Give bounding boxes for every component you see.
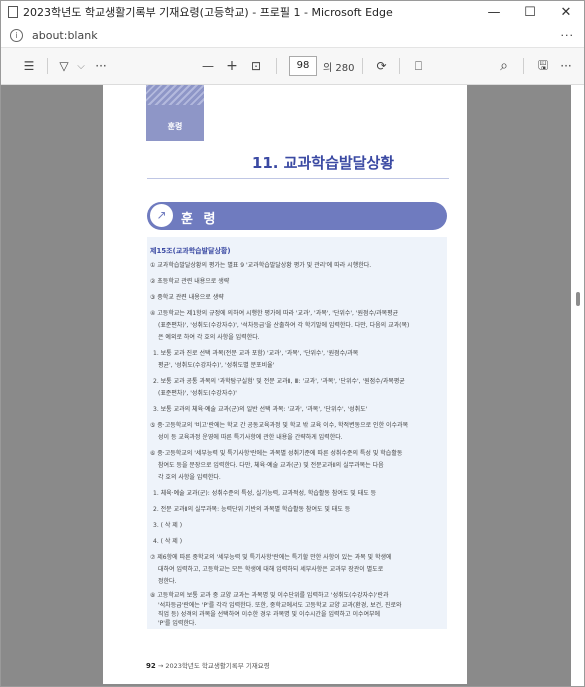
paragraph: 4. ( 삭 제 ): [153, 538, 183, 545]
paragraph: 1. 체육·예술 교과(군): 성취수준의 특성, 실기능력, 교과적성, 학습…: [153, 490, 377, 497]
paragraph: ⑤ 중·고등학교의 '비고'란에는 학교 간 공동교육과정 및 학교 밖 교육 …: [150, 422, 409, 429]
paragraph: 은 예외로 하여 각 호의 사항을 입력한다.: [158, 334, 260, 341]
paragraph: ⑥ 중·고등학교의 '세부능력 및 특기사항'란에는 과목별 성취기준에 따른 …: [150, 450, 403, 457]
page-number: 92: [146, 662, 156, 670]
paragraph: ④ 고등학교는 제1항의 규정에 의하여 시행한 평가에 따라 '교과', '과…: [150, 310, 399, 317]
paragraph: 3. 보통 교과의 체육·예술 교과(군)의 일반 선택 과목: '교과', '…: [153, 406, 368, 413]
footer-text: → 2023학년도 학교생활기록부 기재요령: [157, 662, 270, 670]
url-text[interactable]: about:blank: [32, 29, 98, 42]
zoom-in-button[interactable]: +: [220, 54, 244, 78]
browser-window: 2023학년도 학교생활기록부 기재요령(고등학교) - 프로필 1 - Mic…: [0, 0, 585, 687]
paragraph: 각 호의 사항을 입력한다.: [158, 474, 221, 481]
fit-page-icon[interactable]: ⊡: [244, 54, 268, 78]
toolbar-divider: [276, 58, 277, 74]
paragraph: 성이 등 교육과정 운영에 따른 특기사항에 관한 내용을 간략하게 입력한다.: [158, 434, 343, 441]
pdf-toolbar: ☰ ▽ ⌵ ··· — + ⊡ 98 의 280 ⟳ ⎕ ⌕ 🖫 ···: [1, 48, 584, 85]
toolbar-divider: [47, 58, 48, 74]
toolbar-divider: [523, 58, 524, 74]
window-title: 2023학년도 학교생활기록부 기재요령(고등학교) - 프로필 1 - Mic…: [23, 6, 393, 19]
minimize-button[interactable]: —: [476, 1, 512, 23]
address-bar[interactable]: i about:blank ···: [1, 23, 584, 48]
article-box: 제15조(교과학습발달상황) ① 교과학습발달상황의 평가는 별표 9 '교과학…: [147, 237, 447, 629]
info-icon[interactable]: i: [10, 28, 23, 42]
toolbar-divider: [362, 58, 364, 74]
paragraph: 참여도 등을 문장으로 입력한다. 다만, 체육·예술 교과(군) 및 전문교과…: [158, 462, 384, 469]
pdf-viewport[interactable]: 훈령 11. 교과학습발달상황 ↗ 훈 령 제15조(교과학습발달상황) ① 교…: [1, 85, 571, 686]
header-hatch: [146, 85, 204, 105]
title-bar: 2023학년도 학교생활기록부 기재요령(고등학교) - 프로필 1 - Mic…: [1, 1, 584, 23]
scrollbar-thumb[interactable]: [576, 292, 580, 306]
vertical-scrollbar[interactable]: [571, 85, 584, 686]
chapter-title: 11. 교과학습발달상황: [251, 154, 395, 172]
page-number-input[interactable]: 98: [289, 56, 317, 76]
page-total: 의 280: [323, 62, 355, 74]
paragraph: 평균', '성취도(수강자수)', '성취도별 분포비율': [158, 362, 275, 369]
page-icon: [8, 6, 18, 18]
paragraph: 2. 보통 교과 공통 과목의 '과학탐구실험' 및 전문 교과Ⅱ, Ⅲ: '교…: [153, 378, 405, 385]
maximize-button[interactable]: ☐: [512, 1, 548, 23]
pdf-page: 훈령 11. 교과학습발달상황 ↗ 훈 령 제15조(교과학습발달상황) ① 교…: [103, 85, 467, 684]
close-button[interactable]: ✕: [548, 1, 584, 23]
paragraph: 'P'를 입력한다.: [158, 620, 197, 627]
draw-icon[interactable]: ▽: [56, 54, 72, 78]
search-icon[interactable]: ⌕: [493, 54, 515, 78]
page-view-icon[interactable]: ⎕: [408, 54, 428, 78]
chevron-down-icon[interactable]: ⌵: [72, 54, 90, 78]
paragraph: ③ 중학교 관련 내용으로 생략: [150, 294, 224, 301]
article-title: 제15조(교과학습발달상황): [150, 247, 231, 255]
paragraph: 정한다.: [158, 578, 177, 585]
chapter-divider: [147, 178, 449, 179]
paragraph: 3. ( 삭 제 ): [153, 522, 183, 529]
contents-icon[interactable]: ☰: [19, 54, 39, 78]
paragraph: ⑦ 제6항에 따른 중학교의 '세부능력 및 특기사항'란에는 특기할 만한 사…: [150, 554, 392, 561]
more-icon[interactable]: ···: [561, 29, 575, 42]
zoom-out-button[interactable]: —: [196, 54, 220, 78]
paragraph: 대하여 입력하고, 고등학교는 모든 학생에 대해 입력하되 세부사항은 교과부…: [158, 566, 384, 573]
rotate-icon[interactable]: ⟳: [371, 54, 391, 78]
paragraph: 2. 전문 교과Ⅱ의 실무과목: 능력단위 기반의 과목별 학습활동 참여도 및…: [153, 506, 351, 513]
paragraph: ① 교과학습발달상황의 평가는 별표 9 '교과학습발달상황 평가 및 관리'에…: [150, 262, 372, 269]
more-tools-icon[interactable]: ···: [90, 54, 112, 78]
section-title: 훈 령: [181, 212, 219, 227]
paragraph: ② 초등학교 관련 내용으로 생략: [150, 278, 230, 285]
paragraph: (표준편차)', '성취도(수강자수)': [158, 390, 237, 397]
section-banner: ↗ 훈 령: [147, 202, 447, 230]
paragraph: (표준편차)', '성취도(수강자수)', '석차등급'을 산출하여 각 학기말…: [158, 322, 410, 329]
header-label: 훈령: [167, 122, 183, 131]
arrow-icon: ↗: [149, 203, 174, 228]
header-tab: 훈령: [146, 85, 204, 141]
settings-more-icon[interactable]: ···: [554, 54, 578, 78]
toolbar-divider: [399, 58, 401, 74]
page-footer: 92 → 2023학년도 학교생활기록부 기재요령: [146, 660, 270, 670]
save-icon[interactable]: 🖫: [532, 54, 554, 78]
paragraph: 1. 보통 교과 진로 선택 과목(전문 교과 포함) '교과', '과목', …: [153, 350, 359, 357]
